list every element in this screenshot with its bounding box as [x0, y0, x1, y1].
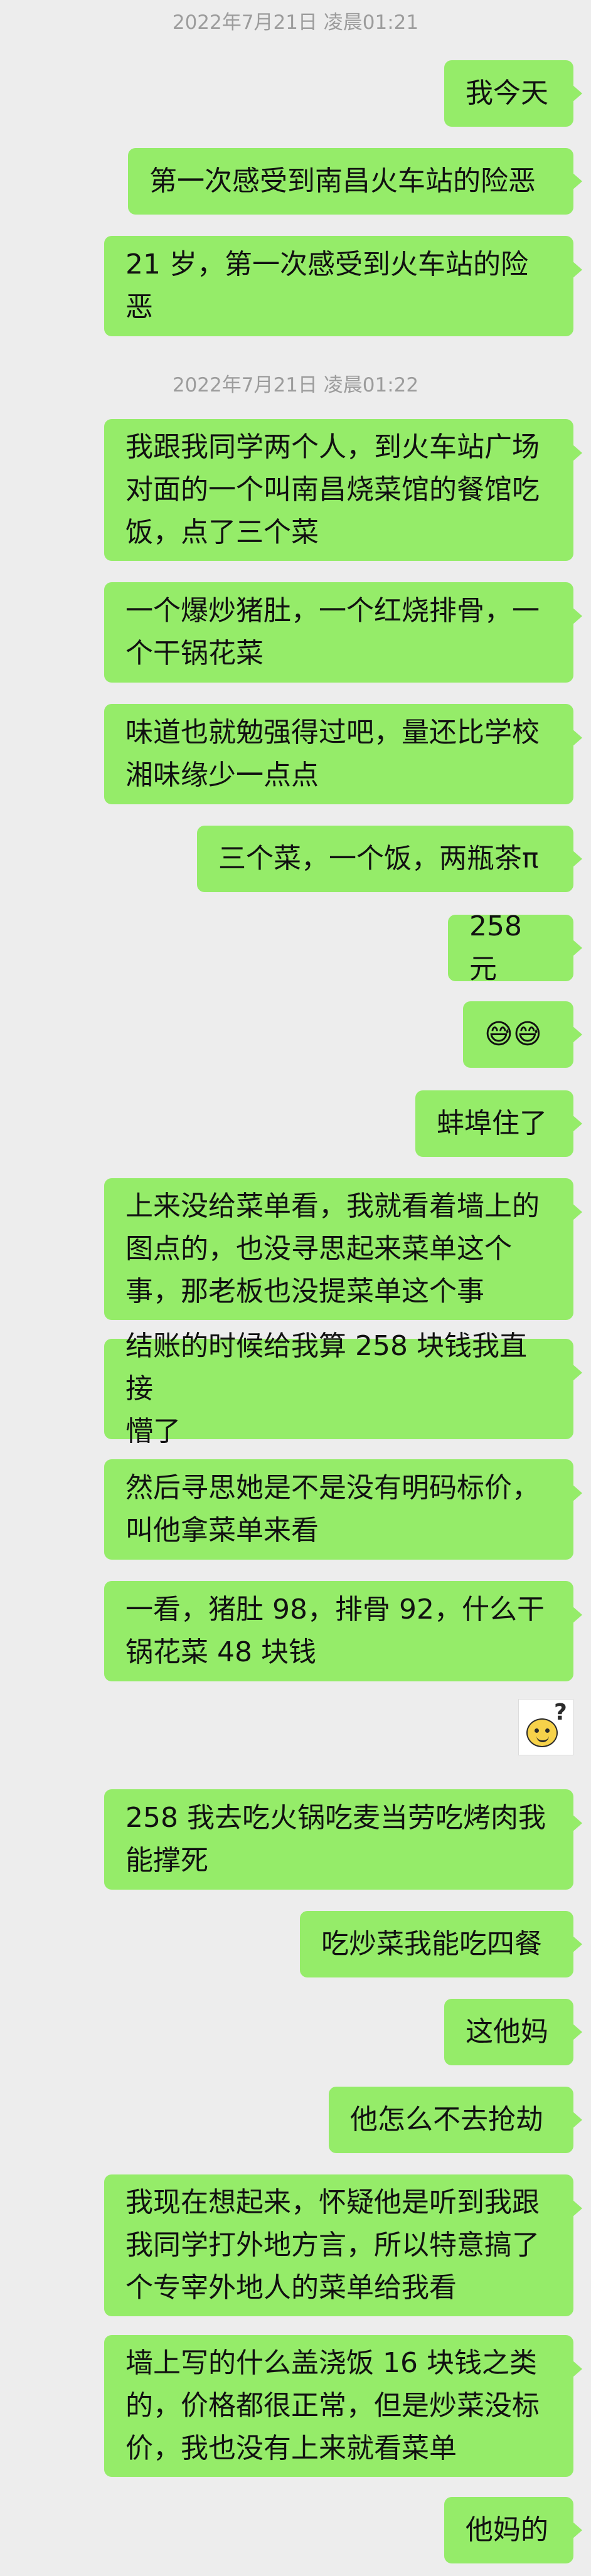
message-bubble[interactable]: 我跟我同学两个人，到火车站广场 对面的一个叫南昌烧菜馆的餐馆吃 饭，点了三个菜 — [104, 419, 582, 561]
message-bubble[interactable]: 这他妈 — [444, 1999, 582, 2065]
timestamp: 2022年7月21日 凌晨01:21 — [172, 11, 419, 34]
message-bubble[interactable]: 他妈的 — [444, 2497, 582, 2563]
message-bubble[interactable]: 258 我去吃火锅吃麦当劳吃烤肉我 能撑死 — [104, 1789, 582, 1890]
message-bubble[interactable]: 蚌埠住了 — [415, 1090, 582, 1157]
message-bubble[interactable]: 21 岁，第一次感受到火车站的险 恶 — [104, 236, 582, 336]
message-bubble[interactable]: 三个菜，一个饭，两瓶茶π — [197, 826, 582, 892]
message-bubble[interactable]: 然后寻思她是不是没有明码标价， 叫他拿菜单来看 — [104, 1459, 582, 1560]
sticker-message[interactable]: ? — [518, 1699, 573, 1755]
message-bubble[interactable]: 结账的时候给我算 258 块钱我直接 懵了 — [104, 1330, 582, 1447]
message-bubble[interactable]: 😅😅 — [463, 1001, 582, 1068]
message-bubble[interactable]: 第一次感受到南昌火车站的险恶 — [128, 148, 582, 215]
message-bubble[interactable]: 我现在想起来，怀疑他是听到我跟 我同学打外地方言，所以特意搞了 个专宰外地人的菜… — [104, 2174, 582, 2316]
message-bubble[interactable]: 258 元 — [448, 910, 582, 985]
confused-face-icon — [526, 1718, 558, 1747]
message-bubble[interactable]: 一看，猪肚 98，排骨 92，什么干 锅花菜 48 块钱 — [104, 1581, 582, 1681]
message-bubble[interactable]: 吃炒菜我能吃四餐 — [300, 1911, 582, 1977]
message-bubble[interactable]: 味道也就勉强得过吧，量还比学校 湘味缘少一点点 — [104, 704, 582, 804]
message-bubble[interactable]: 上来没给菜单看，我就看着墙上的 图点的，也没寻思起来菜单这个 事，那老板也没提菜… — [104, 1178, 582, 1320]
question-mark-icon: ? — [554, 1700, 567, 1725]
timestamp: 2022年7月21日 凌晨01:22 — [172, 374, 419, 397]
message-bubble[interactable]: 一个爆炒猪肚，一个红烧排骨，一 个干锅花菜 — [104, 582, 582, 683]
message-bubble[interactable]: 我今天 — [444, 60, 582, 127]
message-bubble[interactable]: 他怎么不去抢劫 — [329, 2087, 582, 2153]
message-bubble[interactable]: 墙上写的什么盖浇饭 16 块钱之类 的，价格都很正常，但是炒菜没标 价，我也没有… — [104, 2335, 582, 2477]
